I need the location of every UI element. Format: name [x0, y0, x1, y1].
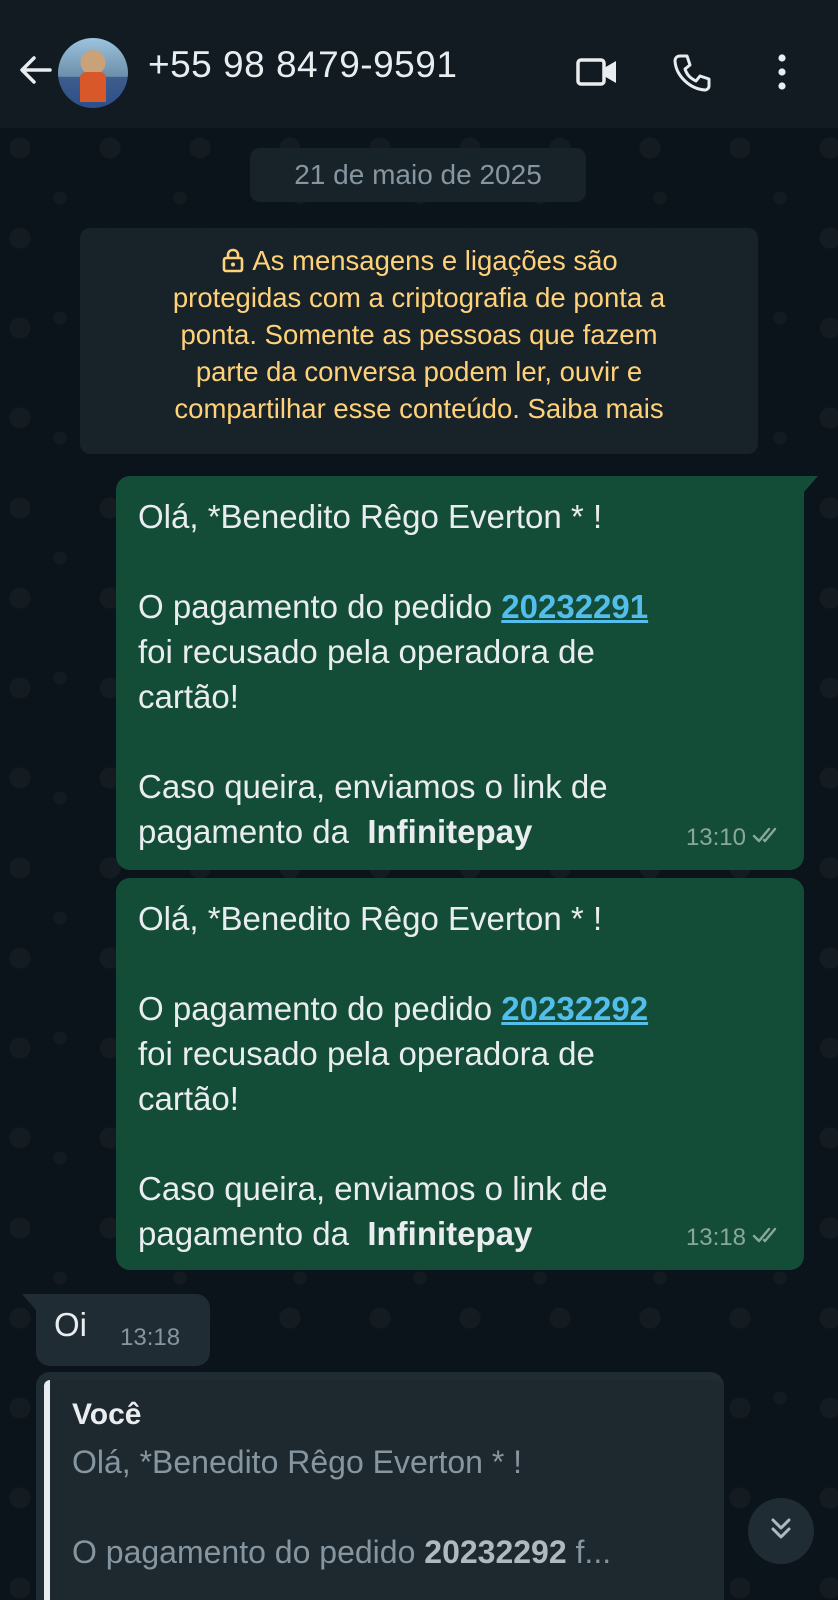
quote-text-prefix: O pagamento do pedido	[72, 1534, 425, 1570]
message-meta: 13:10	[686, 815, 784, 860]
message-time: 13:18	[120, 1324, 181, 1351]
message-text: pagamento da	[138, 813, 368, 850]
lock-icon	[220, 245, 246, 273]
date-chip: 21 de maio de 2025	[250, 148, 586, 202]
message-text: foi recusado pela operadora de	[138, 1035, 595, 1072]
message-meta: 13:18	[686, 1215, 784, 1260]
message-text: Caso queira, enviamos o link de	[138, 768, 608, 805]
avatar[interactable]	[58, 38, 128, 108]
quote-author: Você	[72, 1398, 142, 1431]
video-call-icon[interactable]	[574, 50, 618, 94]
encryption-notice-text: protegidas com a criptografia de ponta a	[172, 282, 666, 313]
quote-order-number: 20232292	[424, 1534, 567, 1570]
message-text: pagamento da	[138, 1215, 368, 1252]
message-time: 13:10	[685, 824, 746, 851]
brand-name: Infinitepay	[367, 813, 533, 850]
encryption-notice-text: compartilhar esse conteúdo. Saiba mais	[174, 393, 664, 424]
message-text: cartão!	[138, 678, 239, 715]
outgoing-message[interactable]: Olá, *Benedito Rêgo Everton * ! O pagame…	[116, 476, 818, 870]
order-number-link[interactable]: 20232291	[501, 588, 648, 625]
outgoing-message[interactable]: Olá, *Benedito Rêgo Everton * ! O pagame…	[116, 878, 804, 1270]
quote-text: O pagamento do pedido 20232292 f...	[72, 1534, 611, 1571]
message-line: O pagamento do pedido 20232291	[138, 584, 782, 629]
reply-preview[interactable]: Você Olá, *Benedito Rêgo Everton * ! O p…	[36, 1372, 724, 1600]
contact-name[interactable]: +55 98 8479-9591	[148, 44, 457, 86]
back-arrow-icon[interactable]	[14, 48, 58, 92]
scroll-to-bottom-button[interactable]	[748, 1498, 814, 1564]
quote-text-suffix: f...	[566, 1534, 612, 1570]
double-check-icon	[752, 815, 784, 860]
encryption-notice-text: ponta. Somente as pessoas que fazem	[180, 319, 658, 350]
encryption-notice-text: parte da conversa podem ler, ouvir e	[195, 356, 643, 387]
message-text: O pagamento do pedido	[138, 990, 502, 1027]
quote-text: Olá, *Benedito Rêgo Everton * !	[72, 1444, 523, 1480]
encryption-notice-text: As mensagens e ligações são	[252, 245, 618, 276]
message-line: O pagamento do pedido 20232292	[138, 986, 782, 1031]
message-text: O pagamento do pedido	[138, 588, 502, 625]
quoted-message[interactable]: Você Olá, *Benedito Rêgo Everton * ! O p…	[44, 1380, 724, 1600]
encryption-notice[interactable]: As mensagens e ligações são protegidas c…	[80, 228, 758, 454]
message-text: foi recusado pela operadora de	[138, 633, 595, 670]
brand-name: Infinitepay	[367, 1215, 533, 1252]
incoming-message[interactable]: Oi 13:18	[22, 1294, 210, 1366]
message-text: cartão!	[138, 1080, 239, 1117]
message-time: 13:18	[685, 1224, 746, 1251]
chat-header: +55 98 8479-9591	[0, 0, 838, 128]
double-chevron-down-icon	[766, 1514, 796, 1549]
double-check-icon	[752, 1215, 784, 1260]
encryption-notice-line: As mensagens e ligações são	[98, 242, 740, 279]
quote-bar	[44, 1380, 50, 1600]
more-options-icon[interactable]	[772, 50, 816, 94]
voice-call-icon[interactable]	[670, 50, 714, 94]
order-number-link[interactable]: 20232292	[501, 990, 648, 1027]
message-greeting: Olá, *Benedito Rêgo Everton * !	[138, 498, 603, 535]
message-text: Caso queira, enviamos o link de	[138, 1170, 608, 1207]
message-text: Oi	[54, 1306, 87, 1343]
message-greeting: Olá, *Benedito Rêgo Everton * !	[138, 900, 603, 937]
